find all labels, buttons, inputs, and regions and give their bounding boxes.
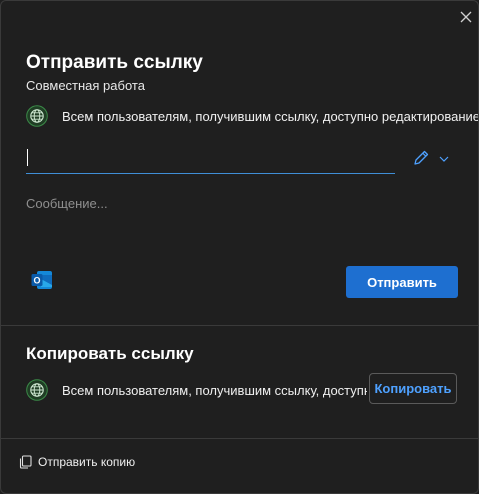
globe-icon — [26, 105, 48, 127]
outlook-icon[interactable]: O — [30, 268, 54, 292]
recipients-input[interactable] — [26, 145, 395, 174]
pencil-icon — [411, 148, 431, 173]
copy-icon — [19, 455, 33, 469]
send-copy-link[interactable]: Отправить копию — [19, 453, 135, 471]
edit-permission-dropdown[interactable] — [411, 148, 451, 168]
section-divider — [1, 325, 478, 326]
send-button[interactable]: Отправить — [346, 266, 458, 298]
copy-link-title: Копировать ссылку — [26, 344, 194, 363]
message-field[interactable]: Сообщение... — [26, 196, 108, 211]
close-icon[interactable] — [457, 8, 475, 26]
copy-button[interactable]: Копировать — [369, 373, 457, 404]
copy-link-permission-settings[interactable]: Всем пользователям, получившим ссылку, д… — [26, 379, 367, 403]
share-dialog: Отправить ссылку Совместная работа Всем … — [0, 0, 479, 494]
svg-text:O: O — [33, 276, 40, 286]
text-cursor — [27, 149, 28, 166]
chevron-down-icon — [438, 152, 450, 170]
dialog-title: Отправить ссылку — [26, 52, 203, 73]
footer-divider — [1, 438, 478, 439]
globe-icon — [26, 379, 48, 401]
link-permission-text: Всем пользователям, получившим ссылку, д… — [62, 109, 479, 124]
copy-link-permission-text: Всем пользователям, получившим ссылку, д… — [62, 383, 367, 398]
dialog-subtitle: Совместная работа — [26, 78, 145, 93]
link-permission-settings[interactable]: Всем пользователям, получившим ссылку, д… — [26, 105, 479, 129]
send-copy-label: Отправить копию — [38, 455, 136, 469]
